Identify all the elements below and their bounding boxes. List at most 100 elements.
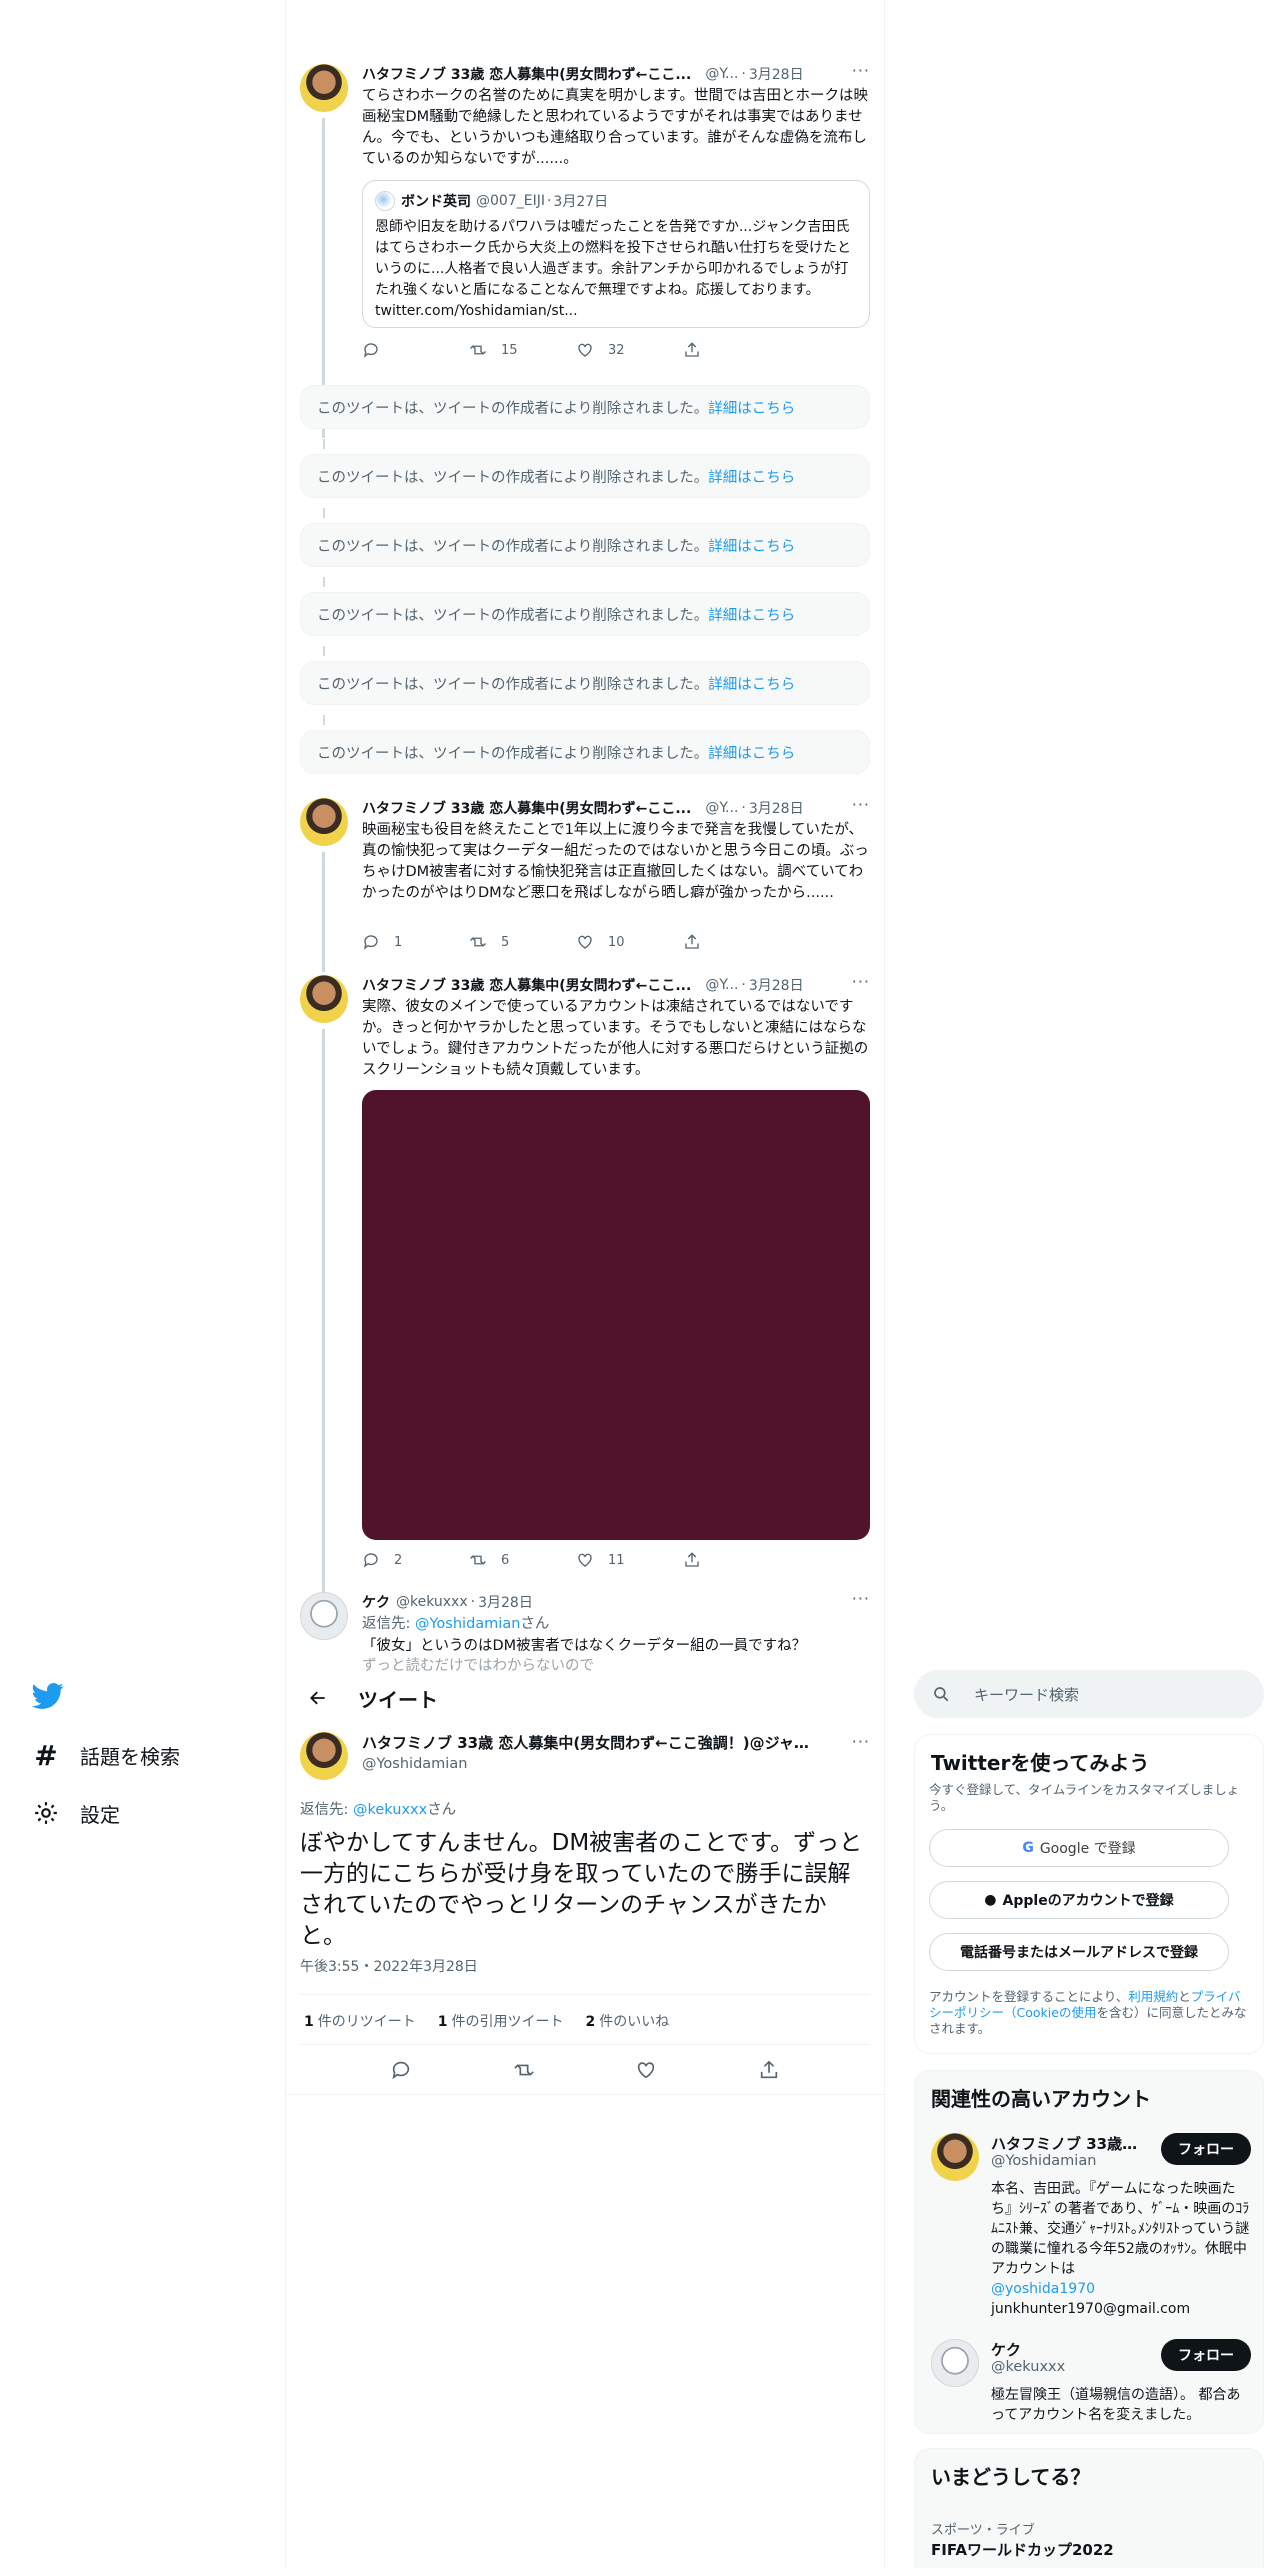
quoted-tweet[interactable]: ボンド英司 @007_EIJI · 3月27日 恩師や旧友を助けるパワハラは嘘だ… (362, 180, 870, 328)
retweet-icon (470, 937, 486, 947)
author-name[interactable]: ケク (362, 1592, 390, 1612)
tweet-date[interactable]: 3月28日 (478, 1592, 533, 1612)
learn-more-link[interactable]: 詳細はこちら (708, 746, 795, 762)
terms-text: （ (1004, 2005, 1017, 2020)
phone-email-signup-label: 電話番号またはメールアドレスで登録 (960, 1945, 1198, 1961)
author-handle[interactable]: @Y... (705, 66, 738, 82)
learn-more-link[interactable]: 詳細はこちら (708, 539, 795, 555)
like-button[interactable]: 32 (576, 340, 683, 360)
like-button[interactable]: 11 (576, 1550, 683, 1570)
trend-name[interactable]: FIFAワールドカップ2022 (931, 2539, 1114, 2560)
avatar[interactable] (931, 2133, 979, 2181)
reply-icon (392, 2061, 410, 2080)
avatar[interactable] (300, 1732, 348, 1780)
author-handle[interactable]: @kekuxxx (396, 1594, 468, 1610)
learn-more-link[interactable]: 詳細はこちら (708, 677, 795, 693)
share-button[interactable] (683, 340, 790, 360)
search-box[interactable]: キーワード検索 (914, 1670, 1264, 1718)
deleted-notice-text: このツイートは、ツイートの作成者により削除されました。 (317, 470, 709, 486)
nav-explore[interactable]: # 話題を検索 (32, 1739, 180, 1772)
tweet-timestamp[interactable]: 午後3:55・2022年3月28日 (300, 1956, 478, 1976)
learn-more-link[interactable]: 詳細はこちら (708, 401, 795, 417)
related-account[interactable]: ハタフミノブ 33歳 ... @Yoshidamian フォロー 本名、吉田武。… (931, 2133, 1251, 2317)
author-name[interactable]: ハタフミノブ 33歳 恋人募集中(男女問わず←ここ... (362, 975, 691, 995)
likes-stat[interactable]: 2 件のいいね (586, 2011, 670, 2031)
tweet-date[interactable]: 3月28日 (749, 798, 804, 818)
reply-button[interactable]: 2 (362, 1550, 469, 1570)
quotes-stat[interactable]: 1 件の引用ツイート (438, 2011, 564, 2031)
nav-settings[interactable]: 設定 (32, 1798, 120, 1828)
retweets-stat[interactable]: 1 件のリツイート (304, 2011, 416, 2031)
related-account[interactable]: ケク @kekuxxx フォロー 極左冒険王（道場親信の造語）。 都合あってアカ… (931, 2339, 1251, 2423)
retweet-button[interactable] (513, 2059, 535, 2085)
more-options-icon[interactable]: ··· (852, 61, 870, 80)
more-options-icon[interactable]: ··· (852, 795, 870, 814)
reply-button[interactable] (390, 2059, 412, 2085)
avatar[interactable] (300, 975, 348, 1023)
reply-button[interactable]: 1 (362, 932, 469, 952)
author-handle[interactable]: @Y... (705, 800, 738, 816)
page-title: ツイート (358, 1687, 438, 1712)
account-handle[interactable]: @kekuxxx (991, 2359, 1065, 2375)
account-handle[interactable]: @Yoshidamian (991, 2153, 1096, 2169)
avatar[interactable] (300, 798, 348, 846)
follow-button[interactable]: フォロー (1161, 2133, 1251, 2165)
deleted-notice-text: このツイートは、ツイートの作成者により削除されました。 (317, 677, 709, 693)
author-handle[interactable]: @Y... (705, 977, 738, 993)
search-icon (934, 1687, 949, 1702)
more-options-icon[interactable]: ··· (852, 1592, 870, 1608)
reply-suffix: さん (520, 1616, 550, 1632)
twitter-bird-icon[interactable] (32, 1680, 64, 1712)
reply-to-link[interactable]: @kekuxxx (353, 1802, 427, 1818)
tweet-media-image[interactable] (362, 1090, 870, 1540)
tweet-actions (300, 2052, 870, 2092)
apple-signup-button[interactable]: ● Appleのアカウントで登録 (929, 1881, 1229, 1919)
quotes-stat-label: 件の引用ツイート (451, 2014, 564, 2030)
retweet-button[interactable]: 5 (469, 932, 576, 952)
share-button[interactable] (683, 932, 790, 952)
terms-text: と (1178, 1989, 1191, 2004)
retweet-button[interactable]: 15 (469, 340, 576, 360)
like-button[interactable]: 10 (576, 932, 683, 952)
thread-tweet[interactable]: ハタフミノブ 33歳 恋人募集中(男女問わず←ここ... @Y... · 3月2… (300, 795, 870, 972)
search-placeholder: キーワード検索 (974, 1685, 1080, 1704)
tweet-text: 「彼女」というのはDM被害者ではなくクーデター組の一員ですね？ (362, 1638, 807, 1654)
phone-email-signup-button[interactable]: 電話番号またはメールアドレスで登録 (929, 1933, 1229, 1971)
terms-link[interactable]: 利用規約 (1128, 1989, 1178, 2004)
reply-suffix: さん (427, 1802, 457, 1818)
share-button[interactable] (758, 2059, 780, 2085)
tweet-date[interactable]: 3月28日 (749, 64, 804, 84)
thread-tweet[interactable]: ハタフミノブ 33歳 恋人募集中(男女問わず←ここ... @Y... · 3月2… (300, 61, 870, 438)
deleted-tweet-notice: このツイートは、ツイートの作成者により削除されました。詳細はこちら (300, 661, 870, 705)
author-name[interactable]: ハタフミノブ 33歳 恋人募集中(男女問わず←ここ強調！)@ジャン... (362, 1732, 822, 1753)
account-name[interactable]: ケク (991, 2339, 1141, 2360)
author-name[interactable]: ハタフミノブ 33歳 恋人募集中(男女問わず←ここ... (362, 798, 691, 818)
reply-button[interactable] (362, 340, 469, 360)
follow-button[interactable]: フォロー (1161, 2339, 1251, 2371)
author-handle[interactable]: @Yoshidamian (362, 1756, 467, 1772)
reply-to-link[interactable]: @Yoshidamian (415, 1616, 520, 1632)
learn-more-link[interactable]: 詳細はこちら (708, 470, 795, 486)
avatar[interactable] (300, 1592, 348, 1640)
author-name[interactable]: ハタフミノブ 33歳 恋人募集中(男女問わず←ここ... (362, 64, 691, 84)
more-options-icon[interactable]: ··· (852, 1732, 870, 1751)
retweet-button[interactable]: 6 (469, 1550, 576, 1570)
share-button[interactable] (683, 1550, 790, 1570)
avatar[interactable] (300, 64, 348, 112)
google-signup-button[interactable]: G Google で登録 (929, 1829, 1229, 1867)
learn-more-link[interactable]: 詳細はこちら (708, 608, 795, 624)
deleted-tweet-notice: このツイートは、ツイートの作成者により削除されました。詳細はこちら (300, 523, 870, 567)
thread-connector (323, 439, 325, 449)
like-count: 32 (608, 342, 625, 358)
back-arrow-icon[interactable] (298, 1678, 338, 1718)
avatar[interactable] (931, 2339, 979, 2387)
thread-tweet[interactable]: ケク @kekuxxx · 3月28日 ··· 返信先: @Yoshidamia… (300, 1592, 870, 1672)
signup-title: Twitterを使ってみよう (931, 1751, 1150, 1775)
thread-connector (323, 577, 325, 587)
like-button[interactable] (635, 2059, 657, 2085)
account-name[interactable]: ハタフミノブ 33歳 ... (991, 2133, 1141, 2154)
cookie-link[interactable]: Cookieの使用 (1017, 2005, 1097, 2020)
bio-mention-link[interactable]: @yoshida1970 (991, 2279, 1251, 2299)
more-options-icon[interactable]: ··· (852, 972, 870, 991)
tweet-date[interactable]: 3月28日 (749, 975, 804, 995)
